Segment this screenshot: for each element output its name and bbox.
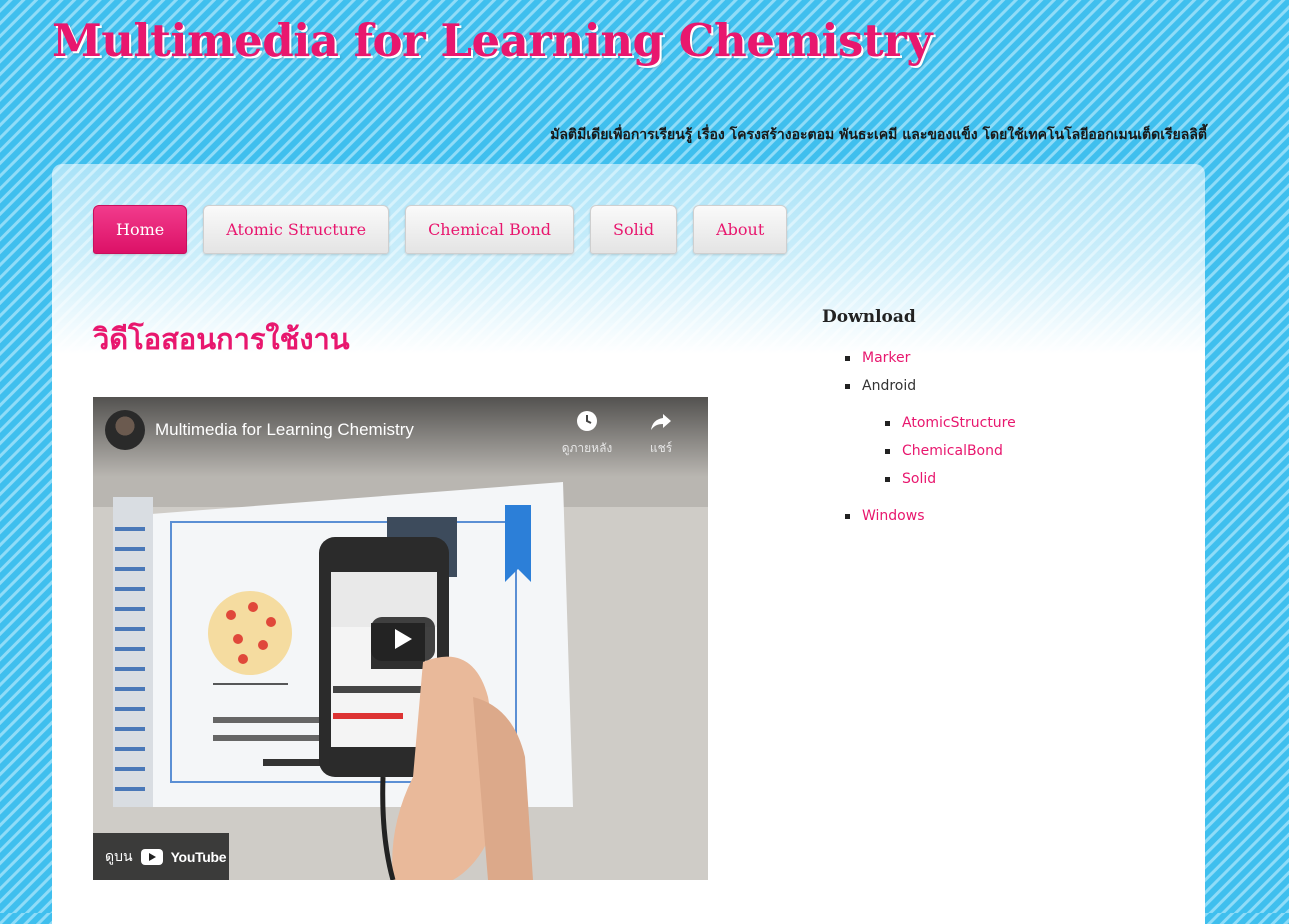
atomicstructure-link[interactable]: AtomicStructure: [902, 415, 1016, 431]
marker-link[interactable]: Marker: [862, 350, 910, 366]
nav-about[interactable]: About: [693, 205, 788, 254]
youtube-video-embed[interactable]: Multimedia for Learning Chemistry ดูภายห…: [93, 397, 708, 880]
download-list: Marker Android AtomicStructure ChemicalB…: [845, 344, 1122, 530]
play-icon: [395, 629, 412, 649]
solid-link[interactable]: Solid: [902, 471, 936, 487]
share-arrow-icon: [651, 414, 671, 430]
share-label: แชร์: [649, 441, 673, 455]
list-item: Android AtomicStructure ChemicalBond Sol…: [845, 372, 1122, 493]
nav-home[interactable]: Home: [93, 205, 188, 254]
download-widget-title: Download: [822, 307, 916, 327]
list-item: ChemicalBond: [885, 437, 1122, 465]
video-title[interactable]: Multimedia for Learning Chemistry: [155, 420, 414, 440]
page-heading: วิดีโอสอนการใช้งาน: [93, 322, 350, 356]
watch-later-label: ดูภายหลัง: [561, 441, 613, 455]
watch-on-label: ดูบน: [105, 848, 133, 865]
share-button[interactable]: แชร์: [631, 409, 691, 458]
watch-on-youtube-button[interactable]: ดูบน YouTube: [93, 833, 229, 880]
youtube-wordmark: YouTube: [170, 848, 227, 865]
list-item: Solid: [885, 465, 1122, 493]
nav-chemical-bond[interactable]: Chemical Bond: [405, 205, 575, 254]
nav-atomic-structure[interactable]: Atomic Structure: [203, 205, 390, 254]
android-label: Android: [862, 378, 917, 394]
channel-avatar[interactable]: [105, 410, 145, 450]
main-nav: Home Atomic Structure Chemical Bond Soli…: [93, 205, 788, 254]
list-item: Marker: [845, 344, 1122, 372]
youtube-logo-icon: [140, 848, 163, 865]
watch-later-button[interactable]: ดูภายหลัง: [557, 409, 617, 458]
nav-solid[interactable]: Solid: [590, 205, 678, 254]
site-tagline: มัลติมีเดียเพื่อการเรียนรู้ เรื่อง โครงส…: [550, 127, 1207, 143]
download-sidebar: Download Marker Android AtomicStructure …: [822, 307, 1016, 524]
play-button[interactable]: [371, 617, 435, 661]
windows-link[interactable]: Windows: [862, 508, 925, 524]
list-item: AtomicStructure: [885, 409, 1122, 437]
clock-icon: [577, 411, 597, 431]
list-item: Windows: [845, 502, 1122, 530]
chemicalbond-link[interactable]: ChemicalBond: [902, 443, 1003, 459]
android-sublist: AtomicStructure ChemicalBond Solid: [885, 409, 1122, 493]
content-panel: Home Atomic Structure Chemical Bond Soli…: [52, 164, 1205, 924]
site-title[interactable]: Multimedia for Learning Chemistry: [52, 14, 933, 67]
